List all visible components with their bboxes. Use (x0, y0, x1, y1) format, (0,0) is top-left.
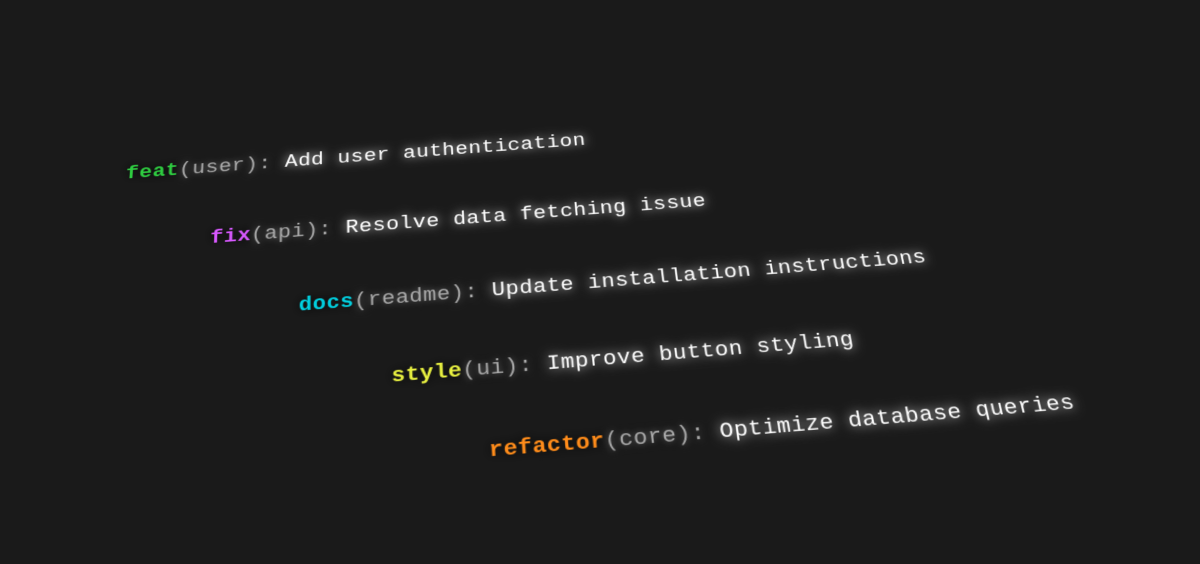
commit-scope: (readme): (354, 281, 479, 313)
commit-scope: (api): (251, 219, 332, 246)
commit-message: Resolve data fetching issue (345, 191, 707, 239)
commit-scope: (core): (604, 421, 707, 454)
commit-line: feat(user): Add user authentication (125, 90, 1148, 185)
commit-type: feat (125, 160, 179, 184)
commit-scope: (user): (178, 153, 271, 180)
commit-type: fix (210, 225, 251, 249)
commit-message: Add user authentication (285, 130, 587, 172)
commit-line: fix(api): Resolve data fetching issue (210, 156, 1170, 249)
commit-message: Optimize database queries (718, 391, 1077, 444)
commit-message: Update installation instructions (491, 246, 928, 301)
commit-type: style (391, 359, 463, 388)
commit-type: refactor (488, 429, 606, 463)
commit-list: feat(user): Add user authentication fix(… (0, 15, 1200, 564)
commit-line: docs(readme): Update installation instru… (299, 226, 1192, 317)
commit-scope: (ui): (462, 354, 534, 383)
commit-type: docs (299, 290, 355, 317)
commit-line: style(ui): Improve button styling (391, 300, 1200, 388)
commit-message: Improve button styling (546, 328, 856, 375)
commit-line: refactor(core): Optimize database querie… (488, 378, 1200, 463)
